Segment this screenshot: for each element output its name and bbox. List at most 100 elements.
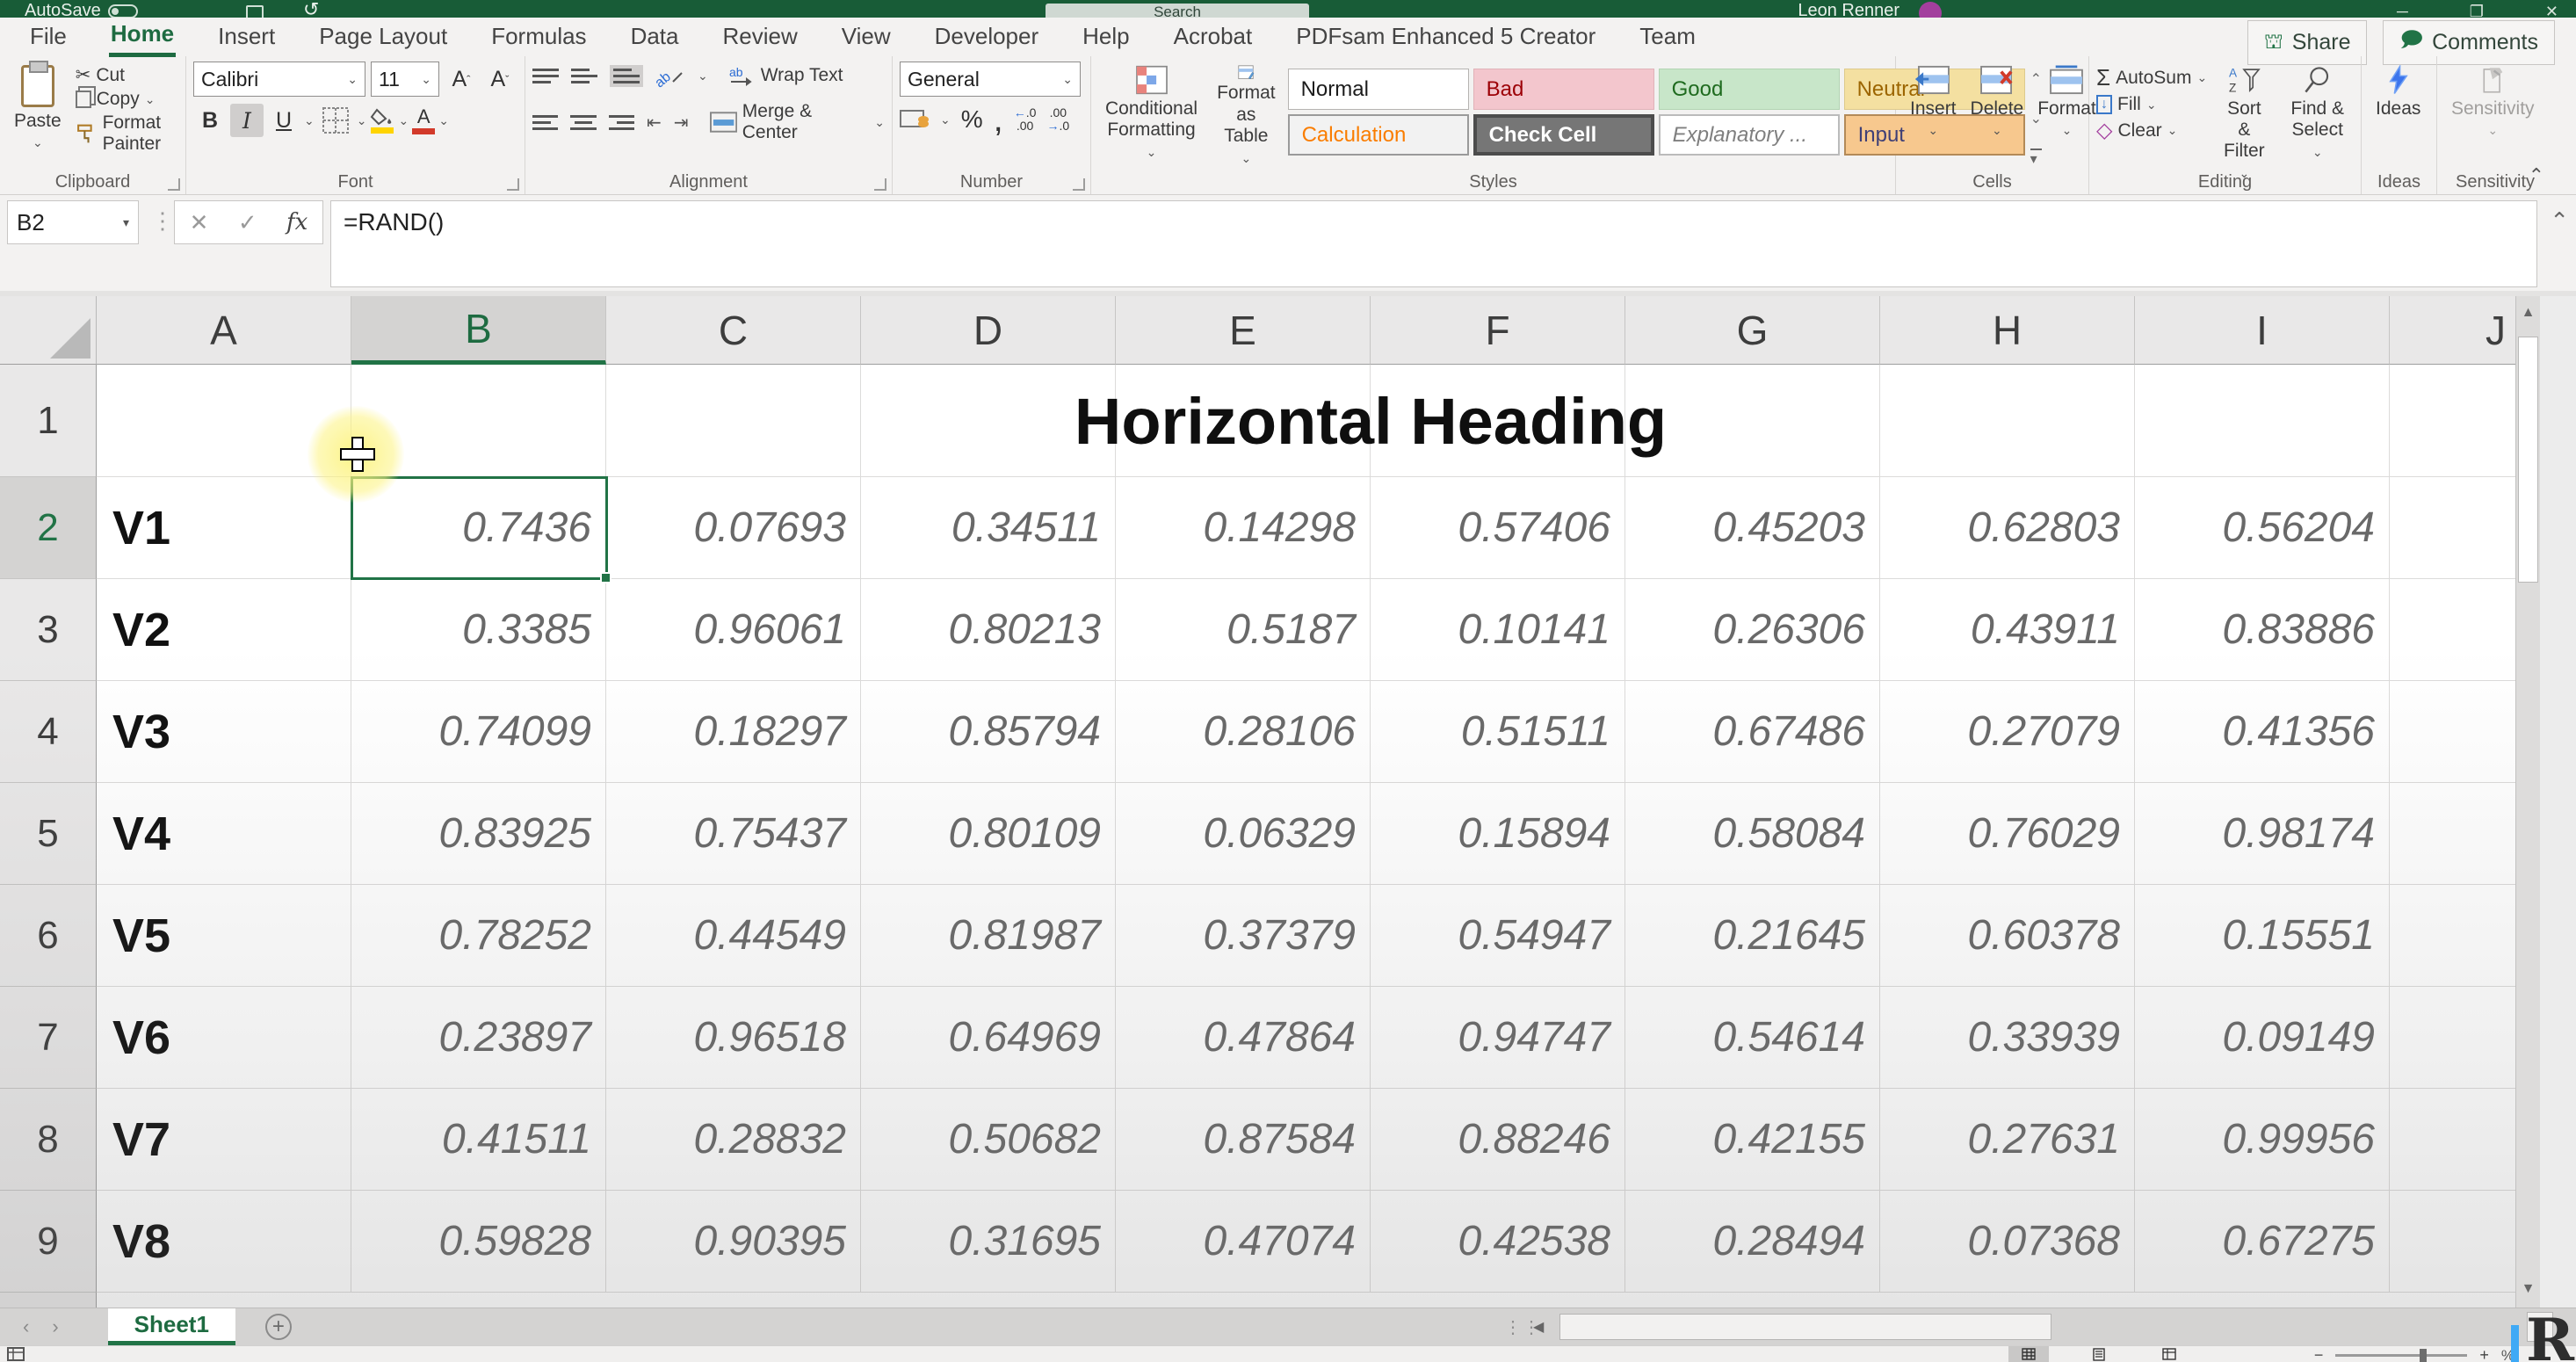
cell-A6[interactable]: V5 bbox=[97, 885, 351, 987]
normal-view-button[interactable] bbox=[2008, 1346, 2049, 1362]
cell-A3[interactable]: V2 bbox=[97, 579, 351, 681]
cell-C6[interactable]: 0.44549 bbox=[606, 885, 861, 987]
cell-F5[interactable]: 0.15894 bbox=[1371, 783, 1625, 885]
align-left-icon[interactable] bbox=[532, 115, 558, 130]
row-header-5[interactable]: 5 bbox=[0, 783, 97, 885]
clear-button[interactable]: ◇ Clear ⌄ bbox=[2096, 118, 2207, 143]
search-box[interactable]: Search bbox=[1046, 4, 1309, 18]
row-header-1[interactable]: 1 bbox=[0, 365, 97, 477]
merge-center-button[interactable]: Merge & Center ⌄ bbox=[710, 101, 885, 143]
cell-J4[interactable] bbox=[2390, 681, 2519, 783]
close-icon[interactable]: ✕ bbox=[2545, 3, 2558, 18]
cell-J6[interactable] bbox=[2390, 885, 2519, 987]
font-size-combo[interactable]: 11 ⌄ bbox=[371, 62, 439, 97]
cell-G1[interactable] bbox=[1625, 365, 1880, 477]
paste-button[interactable]: Paste ⌄ bbox=[7, 62, 69, 157]
style-check-cell[interactable]: Check Cell bbox=[1473, 114, 1654, 156]
column-header-B[interactable]: B bbox=[351, 296, 606, 365]
accounting-format-icon[interactable] bbox=[900, 108, 930, 131]
cancel-formula-icon[interactable]: ✕ bbox=[190, 209, 209, 236]
insert-function-icon[interactable]: fx bbox=[286, 209, 308, 235]
cell-G8[interactable]: 0.42155 bbox=[1625, 1089, 1880, 1191]
cell-F7[interactable]: 0.94747 bbox=[1371, 987, 1625, 1089]
cell-A4[interactable]: V3 bbox=[97, 681, 351, 783]
fill-color-button[interactable] bbox=[370, 108, 394, 134]
increase-indent-icon[interactable]: ⇥ bbox=[674, 112, 689, 134]
style-bad[interactable]: Bad bbox=[1473, 69, 1654, 110]
cell-E1[interactable] bbox=[1116, 365, 1371, 477]
cell-C3[interactable]: 0.96061 bbox=[606, 579, 861, 681]
cell-I2[interactable]: 0.56204 bbox=[2135, 477, 2390, 579]
cell-H6[interactable]: 0.60378 bbox=[1880, 885, 2135, 987]
cell-D7[interactable]: 0.64969 bbox=[861, 987, 1116, 1089]
row-header-9[interactable]: 9 bbox=[0, 1191, 97, 1293]
undo-icon[interactable]: ↺ bbox=[303, 0, 319, 18]
font-dialog-launcher-icon[interactable] bbox=[507, 178, 519, 191]
row-header-8[interactable]: 8 bbox=[0, 1089, 97, 1191]
font-name-combo[interactable]: Calibri ⌄ bbox=[193, 62, 365, 97]
autosave-toggle[interactable]: AutoSave bbox=[25, 1, 138, 18]
save-icon[interactable] bbox=[246, 5, 264, 18]
scroll-left-icon[interactable]: ◀ bbox=[1533, 1314, 1556, 1340]
column-header-I[interactable]: I bbox=[2135, 296, 2390, 365]
cell-A7[interactable]: V6 bbox=[97, 987, 351, 1089]
cell-G3[interactable]: 0.26306 bbox=[1625, 579, 1880, 681]
cell-G5[interactable]: 0.58084 bbox=[1625, 783, 1880, 885]
collapse-formula-bar-icon[interactable]: ⌃ bbox=[2550, 207, 2569, 235]
vertical-scrollbar[interactable]: ▲ ▼ bbox=[2515, 296, 2540, 1308]
decrease-decimal-button[interactable]: .00→.0 bbox=[1046, 106, 1069, 132]
percent-style-button[interactable]: % bbox=[961, 105, 983, 134]
cell-H1[interactable] bbox=[1880, 365, 2135, 477]
zoom-out-icon[interactable]: − bbox=[2314, 1346, 2324, 1362]
copy-button[interactable]: Copy ⌄ bbox=[76, 89, 178, 110]
row-header-3[interactable]: 3 bbox=[0, 579, 97, 681]
cell-D6[interactable]: 0.81987 bbox=[861, 885, 1116, 987]
tab-review[interactable]: Review bbox=[720, 19, 799, 55]
grow-font-button[interactable]: Aˆ bbox=[445, 62, 478, 96]
style-normal[interactable]: Normal bbox=[1288, 69, 1469, 110]
cell-E9[interactable]: 0.47074 bbox=[1116, 1191, 1371, 1293]
scroll-up-icon[interactable]: ▲ bbox=[2516, 296, 2540, 330]
tab-data[interactable]: Data bbox=[629, 19, 681, 55]
cell-F9[interactable]: 0.42538 bbox=[1371, 1191, 1625, 1293]
row-header-6[interactable]: 6 bbox=[0, 885, 97, 987]
zoom-slider[interactable] bbox=[2335, 1354, 2467, 1357]
cell-B5[interactable]: 0.83925 bbox=[351, 783, 606, 885]
align-center-icon[interactable] bbox=[570, 115, 596, 130]
format-as-table-button[interactable]: Format asTable ⌄ bbox=[1210, 62, 1283, 171]
italic-button[interactable]: I bbox=[230, 104, 264, 137]
tab-formulas[interactable]: Formulas bbox=[489, 19, 588, 55]
column-header-G[interactable]: G bbox=[1625, 296, 1880, 365]
tab-page-layout[interactable]: Page Layout bbox=[317, 19, 449, 55]
cell-H7[interactable]: 0.33939 bbox=[1880, 987, 2135, 1089]
cell-D4[interactable]: 0.85794 bbox=[861, 681, 1116, 783]
cell-A2[interactable]: V1 bbox=[97, 477, 351, 579]
number-format-combo[interactable]: General ⌄ bbox=[900, 62, 1081, 97]
tab-pdfsam[interactable]: PDFsam Enhanced 5 Creator bbox=[1294, 19, 1597, 55]
font-color-button[interactable]: A bbox=[412, 107, 435, 134]
cell-F1[interactable] bbox=[1371, 365, 1625, 477]
cell-H9[interactable]: 0.07368 bbox=[1880, 1191, 2135, 1293]
cell-I7[interactable]: 0.09149 bbox=[2135, 987, 2390, 1089]
formula-input[interactable]: =RAND() bbox=[330, 200, 2537, 287]
cell-B2[interactable]: 0.7436 bbox=[351, 477, 606, 579]
style-good[interactable]: Good bbox=[1659, 69, 1840, 110]
cell-E4[interactable]: 0.28106 bbox=[1116, 681, 1371, 783]
column-header-F[interactable]: F bbox=[1371, 296, 1625, 365]
cell-H8[interactable]: 0.27631 bbox=[1880, 1089, 2135, 1191]
cell-I6[interactable]: 0.15551 bbox=[2135, 885, 2390, 987]
cell-I3[interactable]: 0.83886 bbox=[2135, 579, 2390, 681]
cell-H3[interactable]: 0.43911 bbox=[1880, 579, 2135, 681]
cell-C4[interactable]: 0.18297 bbox=[606, 681, 861, 783]
clipboard-dialog-launcher-icon[interactable] bbox=[168, 178, 180, 191]
cell-H4[interactable]: 0.27079 bbox=[1880, 681, 2135, 783]
sheet-nav-left-icon[interactable]: ‹ bbox=[23, 1315, 29, 1338]
cell-H5[interactable]: 0.76029 bbox=[1880, 783, 2135, 885]
tab-view[interactable]: View bbox=[840, 19, 893, 55]
cell-C2[interactable]: 0.07693 bbox=[606, 477, 861, 579]
wrap-text-button[interactable]: ab Wrap Text bbox=[729, 64, 843, 87]
cell-D1[interactable] bbox=[861, 365, 1116, 477]
cell-A5[interactable]: V4 bbox=[97, 783, 351, 885]
decrease-indent-icon[interactable]: ⇤ bbox=[647, 112, 662, 134]
select-all-corner[interactable] bbox=[0, 296, 97, 365]
